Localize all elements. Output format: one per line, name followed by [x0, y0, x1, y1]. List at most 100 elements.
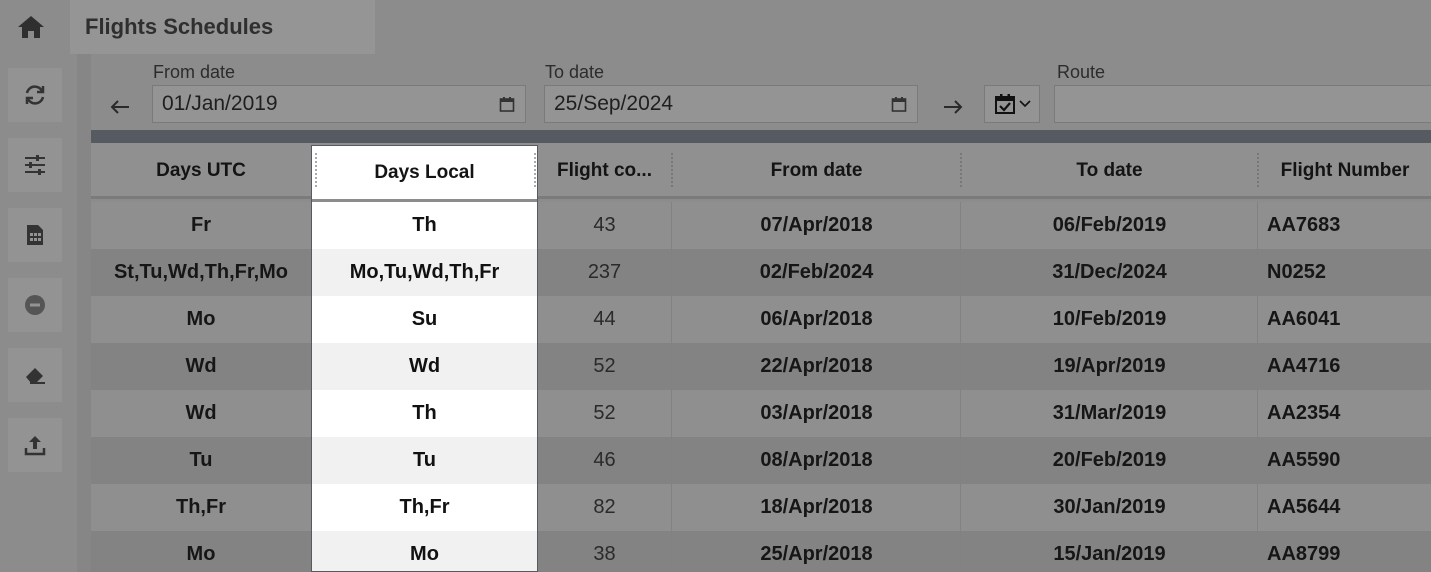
cell-days-utc: Mo: [186, 543, 216, 565]
table-row[interactable]: Th,Fr 82 18/Apr/2018 30/Jan/2019 AA5644: [91, 484, 1431, 531]
cell-days-local: Th,Fr: [312, 484, 537, 531]
cell-flight-number: AA5590: [1267, 449, 1341, 471]
filter-bar: From date 01/Jan/2019 To date 25/Sep/202…: [91, 54, 1431, 130]
to-date-label: To date: [545, 62, 605, 82]
cell-from-date: 22/Apr/2018: [760, 355, 873, 377]
spreadsheet-icon: [27, 225, 43, 245]
eraser-icon: [26, 368, 45, 384]
next-button[interactable]: [936, 90, 970, 124]
from-date-label: From date: [153, 62, 236, 82]
column-header-flight-count[interactable]: Flight co...: [538, 143, 671, 199]
cell-to-date: 31/Mar/2019: [1052, 402, 1167, 424]
column-header-flight-number[interactable]: Flight Number: [1259, 143, 1431, 199]
column-header-days-local[interactable]: Days Local: [312, 146, 537, 199]
column-header-to-date[interactable]: To date: [962, 143, 1257, 199]
cell-flight-count: 46: [593, 449, 616, 471]
cell-days-local: Su: [312, 296, 537, 343]
flights-table: Days UTC Flight co... From date To date …: [91, 143, 1431, 572]
table-row[interactable]: Wd 52 03/Apr/2018 31/Mar/2019 AA2354: [91, 390, 1431, 437]
refresh-button[interactable]: [8, 68, 62, 122]
refresh-icon: [25, 85, 45, 105]
cell-days-utc: Mo: [186, 308, 216, 330]
date-preset-dropdown[interactable]: [984, 85, 1040, 123]
cell-to-date: 10/Feb/2019: [1052, 308, 1167, 330]
top-bar: Flights Schedules: [0, 0, 1431, 54]
cell-flight-number: AA5644: [1267, 496, 1341, 518]
from-date-value: 01/Jan/2019: [162, 92, 278, 115]
column-resize-handle[interactable]: [534, 153, 536, 187]
cell-to-date: 30/Jan/2019: [1053, 496, 1166, 518]
report-button[interactable]: [8, 208, 62, 262]
cell-days-utc: Tu: [189, 449, 213, 471]
table-row[interactable]: Mo 38 25/Apr/2018 15/Jan/2019 AA8799: [91, 531, 1431, 572]
cell-days-local: Mo,Tu,Wd,Th,Fr: [312, 249, 537, 296]
cell-days-local: Th: [312, 202, 537, 249]
panel-divider: [77, 54, 91, 572]
cell-days-utc: Wd: [185, 355, 217, 377]
home-button[interactable]: [0, 0, 62, 54]
cell-flight-number: AA8799: [1267, 543, 1341, 565]
cell-flight-count: 237: [587, 261, 622, 283]
cell-flight-count: 38: [593, 543, 616, 565]
cell-to-date: 20/Feb/2019: [1052, 449, 1167, 471]
table-row[interactable]: Wd 52 22/Apr/2018 19/Apr/2019 AA4716: [91, 343, 1431, 390]
calendar-icon[interactable]: [499, 94, 515, 118]
arrow-left-icon: [110, 100, 129, 114]
cell-flight-count: 82: [593, 496, 616, 518]
upload-icon: [24, 436, 46, 456]
cell-days-local: Tu: [312, 437, 537, 484]
cell-from-date: 06/Apr/2018: [760, 308, 873, 330]
cell-from-date: 18/Apr/2018: [760, 496, 873, 518]
cell-days-local: Th: [312, 390, 537, 437]
cell-flight-count: 52: [593, 402, 616, 424]
cell-to-date: 15/Jan/2019: [1053, 543, 1166, 565]
cell-flight-count: 44: [593, 308, 616, 330]
cell-to-date: 31/Dec/2024: [1052, 261, 1167, 283]
cell-from-date: 03/Apr/2018: [760, 402, 873, 424]
sliders-icon: [25, 155, 45, 175]
cell-to-date: 06/Feb/2019: [1052, 214, 1167, 236]
cell-flight-number: AA7683: [1267, 214, 1341, 236]
column-resize-handle[interactable]: [315, 153, 317, 187]
column-header-from-date[interactable]: From date: [673, 143, 960, 199]
home-icon: [18, 16, 44, 38]
table-header-row: Days UTC Flight co... From date To date …: [91, 143, 1431, 199]
cell-flight-number: AA4716: [1267, 355, 1341, 377]
remove-button[interactable]: [8, 278, 62, 332]
table-row[interactable]: Tu 46 08/Apr/2018 20/Feb/2019 AA5590: [91, 437, 1431, 484]
table-row[interactable]: Fr 43 07/Apr/2018 06/Feb/2019 AA7683: [91, 202, 1431, 249]
from-date-input[interactable]: 01/Jan/2019: [152, 85, 526, 123]
table-row[interactable]: St,Tu,Wd,Th,Fr,Mo 237 02/Feb/2024 31/Dec…: [91, 249, 1431, 296]
to-date-input[interactable]: 25/Sep/2024: [544, 85, 918, 123]
route-label: Route: [1057, 62, 1106, 82]
column-header-days-utc[interactable]: Days UTC: [91, 143, 311, 199]
arrow-right-icon: [944, 100, 963, 114]
cell-from-date: 07/Apr/2018: [760, 214, 873, 236]
filters-button[interactable]: [8, 138, 62, 192]
previous-button[interactable]: [103, 90, 137, 124]
route-input[interactable]: [1054, 85, 1431, 123]
toolbar-sidebar: [0, 54, 70, 572]
cell-days-utc: Fr: [191, 214, 211, 236]
cell-flight-count: 52: [593, 355, 616, 377]
cell-from-date: 25/Apr/2018: [760, 543, 873, 565]
calendar-icon[interactable]: [891, 94, 907, 118]
cell-flight-number: AA2354: [1267, 402, 1341, 424]
column-divider: [671, 202, 672, 572]
cell-from-date: 02/Feb/2024: [759, 261, 874, 283]
cell-from-date: 08/Apr/2018: [760, 449, 873, 471]
tab-title: Flights Schedules: [85, 14, 274, 39]
cell-days-local: Mo: [312, 531, 537, 572]
cell-days-utc: Th,Fr: [176, 496, 226, 518]
column-divider: [1257, 202, 1258, 572]
cell-flight-number: N0252: [1267, 261, 1326, 283]
chevron-down-icon: [1018, 100, 1031, 108]
tab-flights-schedules[interactable]: Flights Schedules: [70, 0, 375, 54]
calendar-check-icon: [994, 94, 1015, 114]
export-button[interactable]: [8, 418, 62, 472]
clear-button[interactable]: [8, 348, 62, 402]
cell-days-utc: St,Tu,Wd,Th,Fr,Mo: [113, 261, 289, 283]
cell-days-local: Wd: [312, 343, 537, 390]
table-row[interactable]: Mo 44 06/Apr/2018 10/Feb/2019 AA6041: [91, 296, 1431, 343]
cell-to-date: 19/Apr/2019: [1053, 355, 1166, 377]
